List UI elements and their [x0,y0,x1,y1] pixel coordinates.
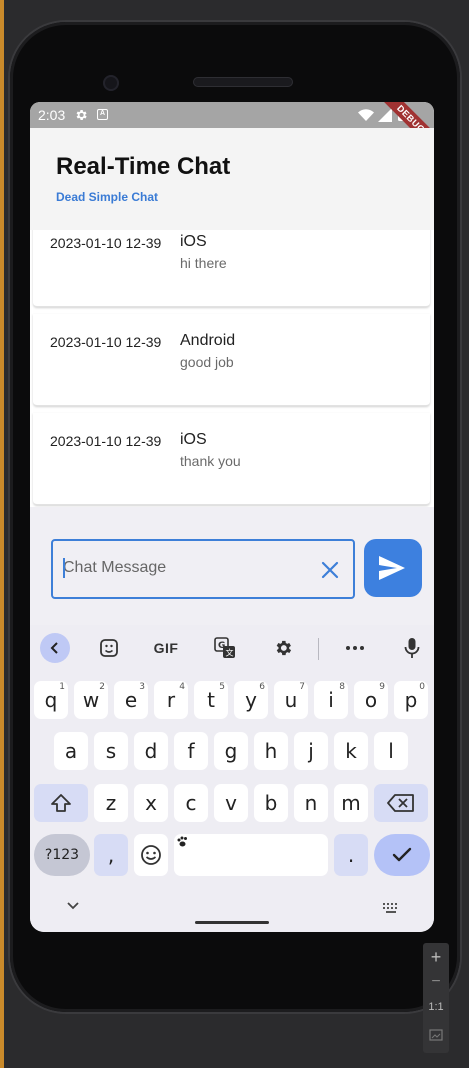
message-text: good job [180,354,234,370]
period-key[interactable]: . [334,834,368,876]
message-text: hi there [180,255,227,271]
status-bar: 2:03 A DEBUG [30,102,434,156]
message-composer: Chat Message [30,507,434,625]
key-u[interactable]: u7 [274,681,308,719]
key-w[interactable]: w2 [74,681,108,719]
background-stripe [0,0,4,1068]
shift-key[interactable] [34,784,88,822]
symbols-key[interactable]: ?123 [34,834,90,876]
key-j[interactable]: j [294,732,328,770]
chat-message-input[interactable]: Chat Message [51,539,355,599]
emoji-icon [141,845,161,865]
key-b[interactable]: b [254,784,288,822]
key-z[interactable]: z [94,784,128,822]
key-c[interactable]: c [174,784,208,822]
backspace-key[interactable] [374,784,428,822]
keyboard-a-icon: A [97,109,108,120]
actual-size-button[interactable]: 1:1 [423,1001,449,1013]
message-author: iOS [180,233,207,250]
key-v[interactable]: v [214,784,248,822]
message-timestamp: 2023-01-10 12-39 [50,334,162,350]
list-item: 2023-01-10 12-39 iOS hi there [33,230,430,307]
paw-icon [177,836,187,847]
message-author: Android [180,332,236,349]
more-icon[interactable] [340,633,370,663]
text-caret [63,558,65,578]
key-e[interactable]: e3 [114,681,148,719]
check-icon [392,847,412,862]
key-h[interactable]: h [254,732,288,770]
message-text: thank you [180,453,241,469]
soft-keyboard: GIF G文 q1 w2 e3 r4 t5 y6 u7 i8 o9 p0 a s… [30,625,434,932]
gesture-bar[interactable] [195,921,269,924]
earpiece-speaker [193,77,293,87]
app-header: Real-Time Chat Dead Simple Chat [30,128,434,230]
front-camera [103,75,119,91]
key-a[interactable]: a [54,732,88,770]
translate-icon[interactable]: G文 [210,633,240,663]
status-time: 2:03 [38,107,66,123]
key-g[interactable]: g [214,732,248,770]
list-item: 2023-01-10 12-39 iOS thank you [33,413,430,505]
key-k[interactable]: k [334,732,368,770]
key-n[interactable]: n [294,784,328,822]
key-p[interactable]: p0 [394,681,428,719]
backspace-icon [387,794,414,812]
message-author: iOS [180,431,207,448]
settings-icon[interactable] [268,633,298,663]
key-t[interactable]: t5 [194,681,228,719]
list-item: 2023-01-10 12-39 Android good job [33,314,430,406]
keyboard-switch-icon[interactable] [382,902,400,914]
microphone-icon[interactable] [397,633,427,663]
zoom-out-button[interactable]: − [423,973,449,991]
zoom-in-button[interactable]: + [423,947,449,968]
send-button[interactable] [364,539,422,597]
toolbar-divider [318,638,319,660]
key-d[interactable]: d [134,732,168,770]
message-list[interactable]: 2023-01-10 12-39 iOS hi there 2023-01-10… [30,230,434,507]
key-l[interactable]: l [374,732,408,770]
screenshot-icon[interactable] [429,1029,443,1041]
page-title: Real-Time Chat [56,153,231,180]
space-key[interactable] [174,834,328,876]
close-icon[interactable] [319,559,341,581]
enter-key[interactable] [374,834,430,876]
key-o[interactable]: o9 [354,681,388,719]
message-timestamp: 2023-01-10 12-39 [50,235,162,251]
key-f[interactable]: f [174,732,208,770]
message-timestamp: 2023-01-10 12-39 [50,433,162,449]
key-i[interactable]: i8 [314,681,348,719]
comma-key[interactable]: , [94,834,128,876]
send-icon [379,556,405,580]
sticker-icon[interactable] [94,633,124,663]
key-s[interactable]: s [94,732,128,770]
page-subtitle: Dead Simple Chat [56,190,159,204]
key-x[interactable]: x [134,784,168,822]
shift-icon [51,794,71,812]
key-y[interactable]: y6 [234,681,268,719]
gear-icon [76,109,87,121]
emulator-toolbar: + − 1:1 [423,943,449,1053]
gif-icon[interactable]: GIF [151,633,181,663]
key-m[interactable]: m [334,784,368,822]
key-q[interactable]: q1 [34,681,68,719]
emoji-key[interactable] [134,834,168,876]
svg-text:文: 文 [226,648,234,658]
chevron-left-icon[interactable] [40,633,70,663]
chevron-down-icon[interactable] [66,901,80,911]
input-placeholder: Chat Message [63,559,167,576]
wifi-icon [358,109,374,121]
device-screen: 2:03 A DEBUG Real-Time Chat Dead Simple … [30,102,434,932]
key-r[interactable]: r4 [154,681,188,719]
signal-icon [378,108,392,122]
